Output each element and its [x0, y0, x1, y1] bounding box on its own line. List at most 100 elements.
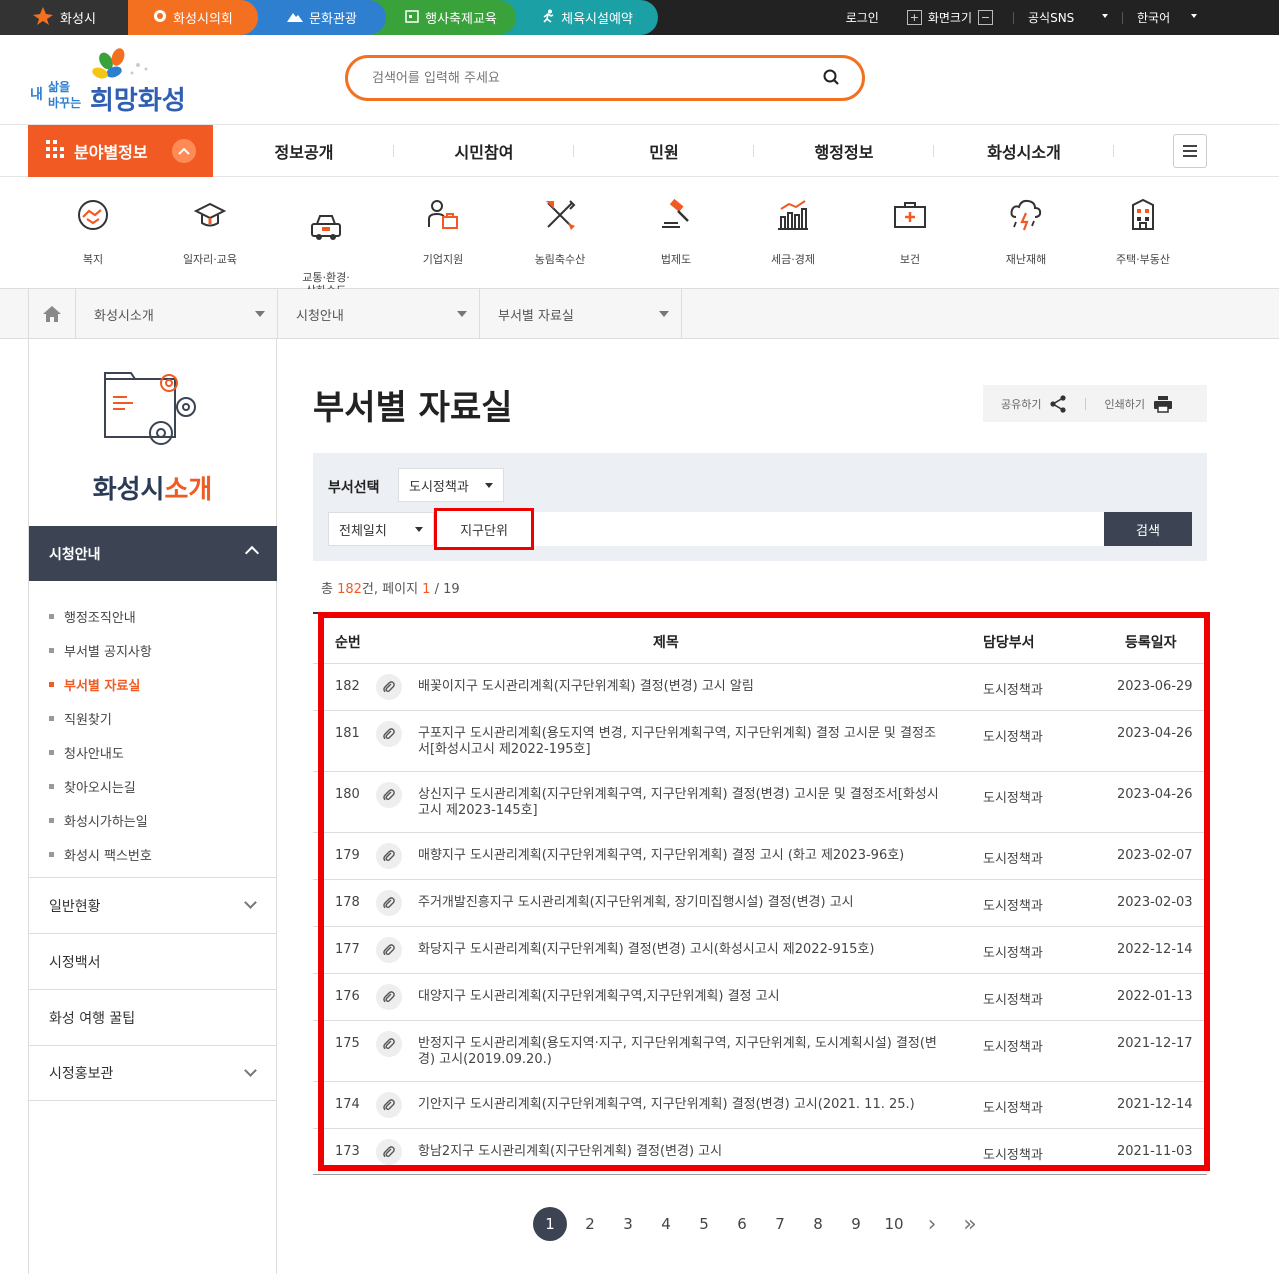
breadcrumb-level-1[interactable]: 화성시소개	[76, 289, 278, 339]
gnb-menu-city-intro[interactable]: 화성시소개	[934, 125, 1114, 177]
farming-tools-icon	[546, 200, 576, 230]
sidebar-group-travel-tips[interactable]: 화성 여행 꿀팁	[29, 989, 277, 1045]
sns-dropdown[interactable]: 공식SNS	[1028, 9, 1108, 26]
page-link[interactable]: 8	[799, 1215, 837, 1233]
sidebar-group-label: 시청안내	[49, 546, 101, 563]
dept-select[interactable]: 도시정책과	[398, 468, 504, 502]
match-type-select[interactable]: 전체일치	[328, 512, 434, 546]
page-link[interactable]: 5	[685, 1215, 723, 1233]
row-date: 2023-06-29	[1117, 679, 1193, 694]
page-link[interactable]: 3	[609, 1215, 647, 1233]
attachment-icon[interactable]	[376, 782, 402, 808]
attachment-icon[interactable]	[376, 890, 402, 916]
category-tax-economy[interactable]: 세금·경제	[735, 197, 851, 267]
share-button[interactable]: 공유하기	[983, 394, 1085, 413]
sidebar-group-pr-hall[interactable]: 시정홍보관	[29, 1045, 277, 1101]
row-title-link[interactable]: 매향지구 도시관리계획(지구단위계획구역, 지구단위계획) 결정 고시 (화고 …	[418, 848, 943, 864]
category-jobs-education[interactable]: 일자리·교육	[152, 197, 268, 267]
next-page-icon[interactable]: ›	[913, 1212, 951, 1237]
attachment-icon[interactable]	[376, 1031, 402, 1057]
login-link[interactable]: 로그인	[846, 9, 879, 26]
attachment-icon[interactable]	[376, 843, 402, 869]
table-row[interactable]: 175 반정지구 도시관리계획(용도지역·지구, 지구단위계획구역, 지구단위계획…	[313, 1021, 1207, 1082]
zoom-out-button[interactable]: −	[978, 10, 993, 25]
category-law[interactable]: 법제도	[618, 197, 734, 267]
category-info-button[interactable]: 분야별정보	[28, 125, 213, 177]
sidebar-item-dept-archive[interactable]: 부서별 자료실	[49, 667, 152, 701]
table-row[interactable]: 182 배꽃이지구 도시관리계획(지구단위계획) 결정(변경) 고시 알림 도시정책…	[313, 664, 1207, 711]
page-link[interactable]: 4	[647, 1215, 685, 1233]
page-link[interactable]: 9	[837, 1215, 875, 1233]
table-row[interactable]: 181 구포지구 도시관리계획(용도지역 변경, 지구단위계획구역, 지구단위계획…	[313, 711, 1207, 772]
row-title-link[interactable]: 주거개발진흥지구 도시관리계획(지구단위계획, 장기미집행시설) 결정(변경) …	[418, 895, 943, 911]
row-title-link[interactable]: 화당지구 도시관리계획(지구단위계획) 결정(변경) 고시(화성시고시 제202…	[418, 942, 943, 958]
last-page-icon[interactable]: »	[951, 1212, 989, 1237]
home-icon[interactable]	[28, 289, 76, 339]
table-row[interactable]: 180 상신지구 도시관리계획(지구단위계획구역, 지구단위계획) 결정(변경) …	[313, 772, 1207, 833]
row-title-link[interactable]: 항남2지구 도시관리계획(지구단위계획) 결정(변경) 고시	[418, 1144, 943, 1160]
sidebar-item-building-map[interactable]: 청사안내도	[49, 735, 152, 769]
attachment-icon[interactable]	[376, 674, 402, 700]
attachment-icon[interactable]	[376, 1139, 402, 1165]
attachment-icon[interactable]	[376, 984, 402, 1010]
sidebar-group-city-hall[interactable]: 시청안내	[29, 526, 277, 581]
hamburger-menu-icon[interactable]	[1173, 134, 1207, 168]
search-icon[interactable]	[822, 68, 842, 88]
sidebar-item-directions[interactable]: 찾아오시는길	[49, 769, 152, 803]
gnb-menu-civil-affairs[interactable]: 민원	[574, 125, 754, 177]
keyword-field[interactable]	[434, 512, 1104, 546]
zoom-in-button[interactable]: +	[906, 10, 922, 25]
row-title-link[interactable]: 상신지구 도시관리계획(지구단위계획구역, 지구단위계획) 결정(변경) 고시문…	[418, 787, 943, 819]
breadcrumb-level-3[interactable]: 부서별 자료실	[480, 289, 682, 339]
gnb-menu-admin-info[interactable]: 행정정보	[754, 125, 934, 177]
attachment-icon[interactable]	[376, 1092, 402, 1118]
table-row[interactable]: 174 기안지구 도시관리계획(지구단위계획구역, 지구단위계획) 결정(변경) …	[313, 1082, 1207, 1129]
council-tab[interactable]: 화성시의회	[128, 0, 258, 35]
category-welfare[interactable]: 복지	[35, 197, 151, 267]
event-tab[interactable]: 행사축제교육	[368, 0, 516, 35]
language-dropdown[interactable]: 한국어	[1137, 9, 1197, 26]
page-link[interactable]: 10	[875, 1215, 913, 1233]
row-title-link[interactable]: 구포지구 도시관리계획(용도지역 변경, 지구단위계획구역, 지구단위계획) 결…	[418, 726, 943, 758]
keyword-input-highlighted[interactable]: 지구단위	[434, 508, 534, 550]
culture-tab[interactable]: 문화관광	[240, 0, 386, 35]
sidebar-group-whitepaper[interactable]: 시정백서	[29, 933, 277, 989]
page-link[interactable]: 6	[723, 1215, 761, 1233]
sidebar-item-dept-notices[interactable]: 부서별 공지사항	[49, 633, 152, 667]
search-button[interactable]: 검색	[1104, 512, 1192, 546]
category-transport-environment[interactable]: 교통·환경· 상하수도	[268, 197, 384, 297]
sidebar-group-general[interactable]: 일반현황	[29, 877, 277, 933]
sidebar-item-fax[interactable]: 화성시 팩스번호	[49, 837, 152, 871]
breadcrumb-level-2[interactable]: 시청안내	[278, 289, 480, 339]
sidebar-item-city-work[interactable]: 화성시가하는일	[49, 803, 152, 837]
row-title-link[interactable]: 대양지구 도시관리계획(지구단위계획구역,지구단위계획) 결정 고시	[418, 989, 943, 1005]
page-link[interactable]: 2	[571, 1215, 609, 1233]
sidebar-item-find-staff[interactable]: 직원찾기	[49, 701, 152, 735]
category-business-support[interactable]: 기업지원	[385, 197, 501, 267]
sports-tab[interactable]: 체육시설예약	[498, 0, 658, 35]
search-input[interactable]	[372, 67, 812, 89]
attachment-icon[interactable]	[376, 721, 402, 747]
category-housing[interactable]: 주택·부동산	[1085, 197, 1201, 267]
category-disaster[interactable]: 재난재해	[968, 197, 1084, 267]
row-title-link[interactable]: 반정지구 도시관리계획(용도지역·지구, 지구단위계획구역, 지구단위계획, 도…	[418, 1036, 943, 1068]
table-row[interactable]: 179 매향지구 도시관리계획(지구단위계획구역, 지구단위계획) 결정 고시 (…	[313, 833, 1207, 880]
sidebar-item-org[interactable]: 행정조직안내	[49, 599, 152, 633]
site-logo[interactable]: 내 삶을 바꾸는 희망화성	[28, 47, 208, 117]
table-row[interactable]: 176 대양지구 도시관리계획(지구단위계획구역,지구단위계획) 결정 고시 도시정…	[313, 974, 1207, 1021]
category-health[interactable]: 보건	[852, 197, 968, 267]
row-title-link[interactable]: 배꽃이지구 도시관리계획(지구단위계획) 결정(변경) 고시 알림	[418, 679, 943, 695]
table-row[interactable]: 178 주거개발진흥지구 도시관리계획(지구단위계획, 장기미집행시설) 결정(변…	[313, 880, 1207, 927]
row-no: 177	[335, 942, 360, 957]
gnb-menu-info-disclosure[interactable]: 정보공개	[214, 125, 394, 177]
hwaseong-home-link[interactable]: 화성시	[0, 0, 128, 35]
page-link[interactable]: 7	[761, 1215, 799, 1233]
page-current[interactable]: 1	[533, 1207, 567, 1241]
table-row[interactable]: 177 화당지구 도시관리계획(지구단위계획) 결정(변경) 고시(화성시고시 제…	[313, 927, 1207, 974]
gnb-menu-citizen-participation[interactable]: 시민참여	[394, 125, 574, 177]
attachment-icon[interactable]	[376, 937, 402, 963]
print-button[interactable]: 인쇄하기	[1086, 395, 1190, 413]
table-row[interactable]: 173 항남2지구 도시관리계획(지구단위계획) 결정(변경) 고시 도시정책과 20…	[313, 1129, 1207, 1176]
category-agriculture[interactable]: 농림축수산	[502, 197, 618, 267]
row-title-link[interactable]: 기안지구 도시관리계획(지구단위계획구역, 지구단위계획) 결정(변경) 고시(…	[418, 1097, 943, 1113]
